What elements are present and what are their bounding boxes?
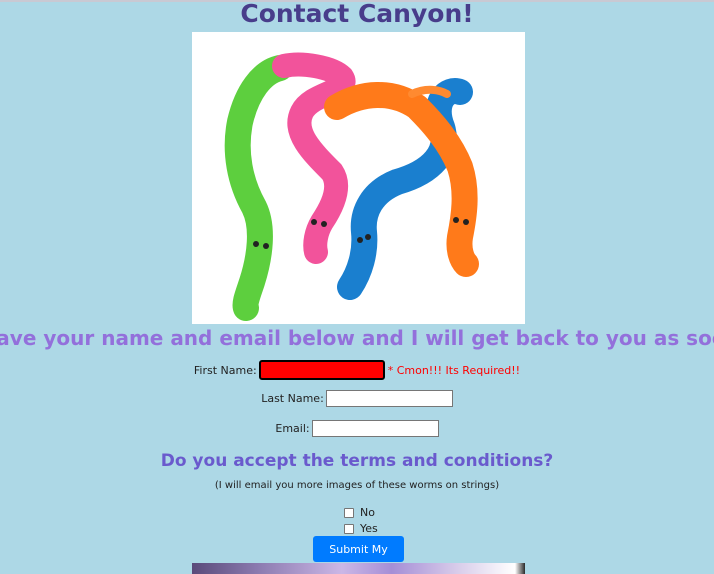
tagline-heading: Leave your name and email below and I wi…: [0, 326, 714, 350]
hero-image: [192, 32, 525, 324]
first-name-label: First Name:: [193, 363, 257, 377]
terms-option-no[interactable]: No: [344, 506, 375, 519]
no-checkbox[interactable]: [344, 507, 354, 518]
no-label: No: [360, 506, 375, 519]
worms-illustration: [224, 52, 479, 321]
email-label: Email:: [275, 422, 310, 435]
terms-subtext: (I will email you more images of these w…: [214, 480, 500, 491]
last-name-field[interactable]: [325, 390, 453, 407]
last-name-row: Last Name:: [0, 390, 714, 407]
contact-page: Contact Canyon! Leave your name and emai…: [0, 0, 714, 574]
bottom-image: [192, 563, 525, 574]
first-name-field[interactable]: [258, 360, 385, 380]
email-row: Email:: [0, 420, 714, 437]
terms-option-yes[interactable]: Yes: [344, 522, 378, 535]
yes-label: Yes: [360, 522, 378, 535]
first-name-row: First Name: * Cmon!!! Its Required!!: [0, 360, 714, 380]
email-field[interactable]: [311, 420, 439, 437]
submit-button[interactable]: Submit My Info: [313, 536, 404, 574]
terms-heading: Do you accept the terms and conditions?: [160, 451, 554, 471]
page-title: Contact Canyon!: [240, 0, 474, 28]
yes-checkbox[interactable]: [344, 523, 354, 534]
last-name-label: Last Name:: [261, 392, 324, 405]
first-name-error-message: * Cmon!!! Its Required!!: [387, 363, 521, 377]
